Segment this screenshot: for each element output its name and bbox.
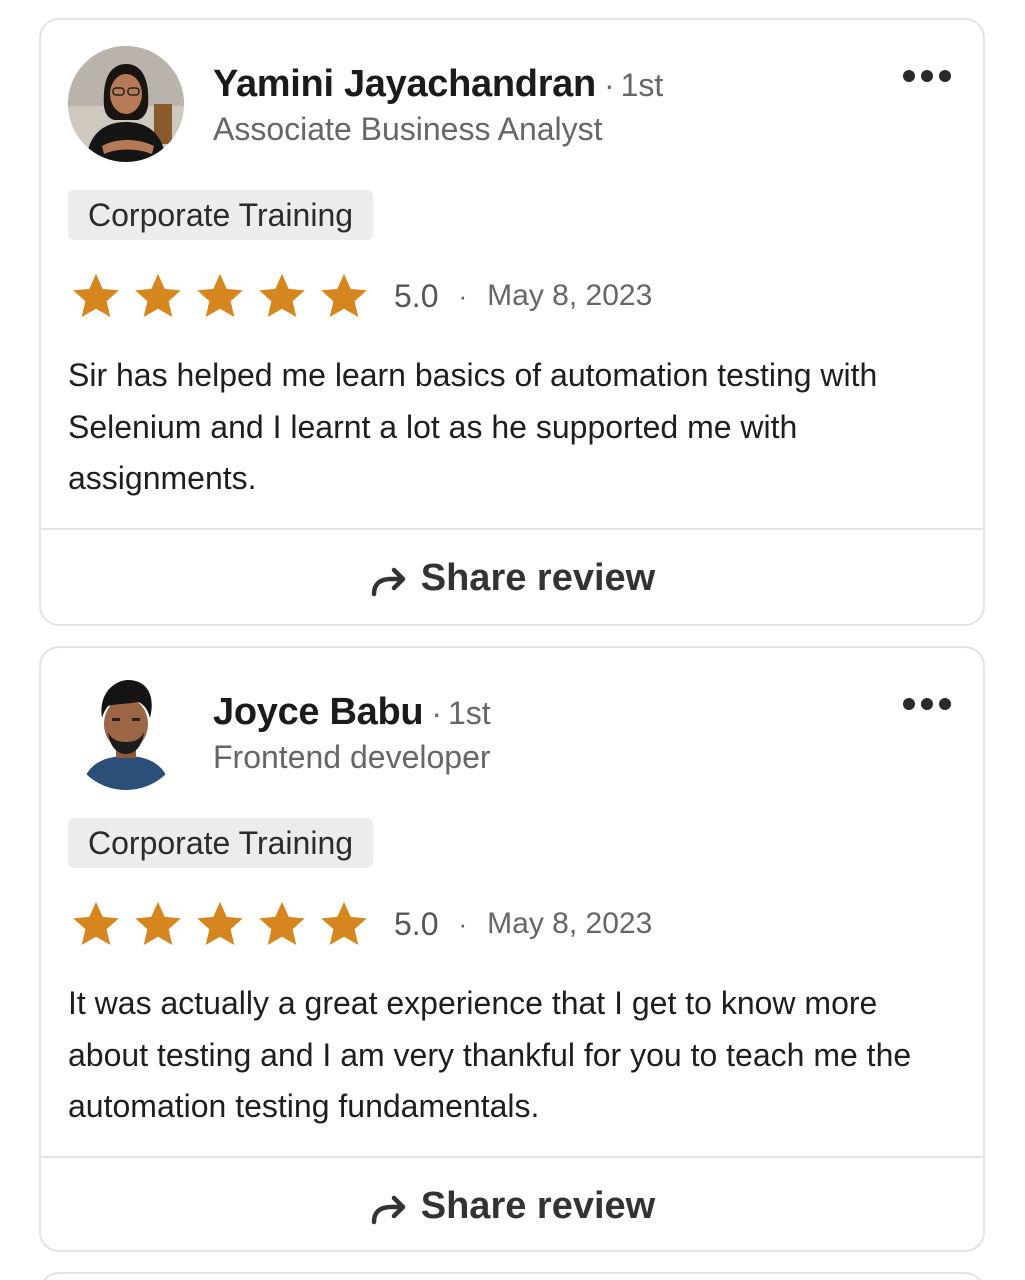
reviewer-headline: Frontend developer (213, 739, 491, 775)
star-icon (321, 273, 367, 318)
share-review-label: Share review (420, 1184, 656, 1227)
reviewer-avatar[interactable] (68, 674, 184, 790)
star-rating (68, 898, 378, 950)
more-horizontal-icon (903, 70, 951, 82)
star-icon (135, 901, 181, 946)
review-date: May 8, 2023 (487, 279, 653, 312)
share-review-button[interactable]: Share review (41, 1158, 983, 1250)
date-separator: · (458, 280, 468, 311)
star-icon (259, 273, 305, 318)
review-date: May 8, 2023 (487, 907, 653, 940)
star-icon (259, 901, 305, 946)
rating-row: 5.0 · May 8, 2023 (68, 896, 652, 952)
share-review-button[interactable]: Share review (41, 530, 983, 624)
reviewer-name[interactable]: Yamini Jayachandran (213, 63, 596, 105)
review-card (39, 1272, 985, 1280)
rating-score: 5.0 (394, 277, 439, 314)
degree-separator: · (603, 67, 615, 103)
degree-separator: · (431, 695, 442, 731)
more-horizontal-icon (903, 698, 951, 710)
service-tag: Corporate Training (68, 818, 374, 868)
reviews-page: Yamini Jayachandran · 1st Associate Busine… (0, 0, 1025, 1280)
connection-degree: 1st (620, 67, 664, 103)
star-icon (135, 273, 181, 318)
more-options-button[interactable] (901, 64, 957, 88)
star-icon (197, 901, 243, 946)
date-separator: · (458, 908, 468, 939)
service-tag: Corporate Training (68, 190, 374, 240)
review-card: Yamini Jayachandran · 1st Associate Busine… (39, 18, 985, 626)
rating-row: 5.0 · May 8, 2023 (68, 268, 652, 324)
share-arrow-icon (371, 567, 405, 597)
reviewer-headline: Associate Business Analyst (213, 111, 603, 147)
star-rating (68, 270, 378, 322)
share-arrow-icon (371, 1195, 405, 1225)
star-icon (73, 901, 119, 946)
review-card: Joyce Babu · 1st Frontend developer Corpor… (39, 646, 985, 1252)
reviewer-avatar[interactable] (68, 46, 184, 162)
star-icon (197, 273, 243, 318)
star-icon (321, 901, 367, 946)
more-options-button[interactable] (901, 692, 957, 716)
reviewer-name[interactable]: Joyce Babu (213, 691, 424, 733)
review-text: It was actually a great experience that … (68, 985, 912, 1124)
connection-degree: 1st (447, 695, 491, 731)
star-icon (73, 273, 119, 318)
review-text: Sir has helped me learn basics of automa… (68, 357, 878, 496)
rating-score: 5.0 (394, 905, 439, 942)
share-review-label: Share review (420, 556, 656, 599)
